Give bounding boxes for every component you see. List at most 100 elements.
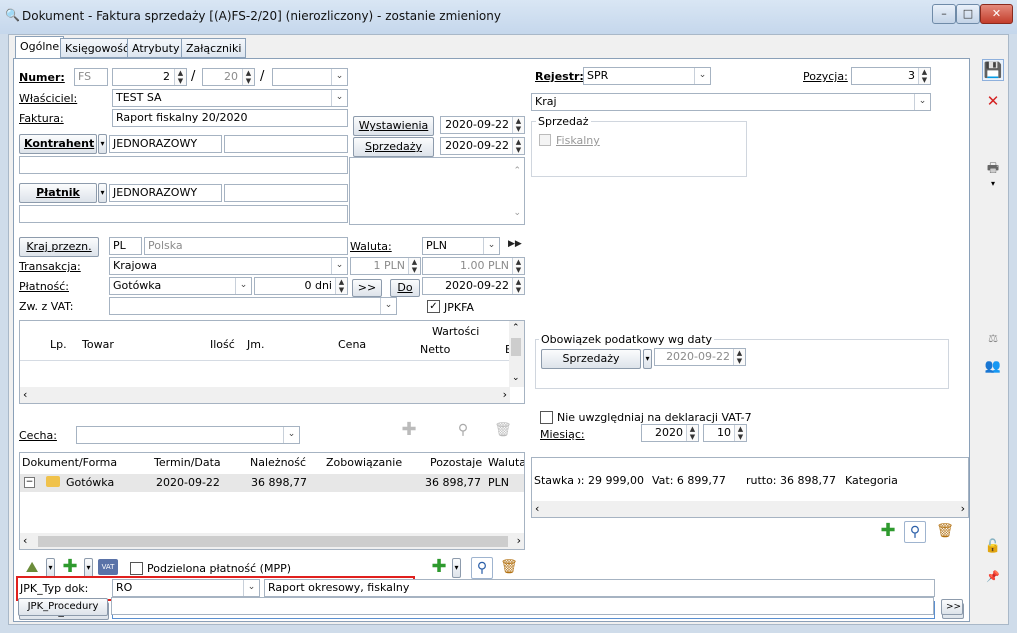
jpk-procedury-button[interactable]: JPK_Procedury bbox=[18, 598, 108, 616]
miesiac-year-field[interactable]: 2020 ▲ ▼ bbox=[641, 424, 699, 442]
kontrahent-menu-button[interactable]: ▾ bbox=[98, 134, 107, 154]
spin-icon[interactable]: ▲ ▼ bbox=[686, 425, 698, 441]
sprzedazy-date[interactable]: 2020-09-22 ▲ ▼ bbox=[440, 137, 525, 155]
platnik-menu-button[interactable]: ▾ bbox=[98, 183, 107, 203]
scroll-left-icon[interactable]: ‹ bbox=[535, 502, 539, 515]
jpk-typ-select[interactable]: RO ⌄ bbox=[112, 579, 260, 597]
rejestr-select[interactable]: SPR ⌄ bbox=[583, 67, 711, 85]
vat-icon[interactable]: VAT bbox=[98, 559, 118, 575]
vat-grid[interactable]: Stawka Netto: 29 999,00 Vat: 6 899,77 Br… bbox=[531, 457, 969, 518]
maximize-button[interactable]: □ bbox=[956, 4, 980, 24]
cancel-icon[interactable]: ✕ bbox=[982, 91, 1004, 113]
table-row[interactable]: − Gotówka 2020-09-22 36 898,77 36 898,77… bbox=[20, 474, 524, 492]
map-menu-button[interactable]: ▾ bbox=[46, 558, 55, 578]
nie-uwzgledniaj-checkbox[interactable] bbox=[540, 411, 553, 424]
platnik-button[interactable]: Płatnik bbox=[19, 183, 97, 203]
numer-year-field[interactable]: 20 ▲ ▼ bbox=[202, 68, 255, 86]
zw-vat-select[interactable]: ⌄ bbox=[109, 297, 397, 315]
tab-ksiegowosc[interactable]: Księgowość bbox=[60, 38, 134, 58]
mpp-checkbox[interactable] bbox=[130, 562, 143, 575]
spin-icon[interactable]: ▲ ▼ bbox=[512, 138, 524, 154]
chevron-down-icon[interactable]: ⌄ bbox=[331, 69, 347, 85]
jpk-procedury-field[interactable] bbox=[111, 597, 934, 615]
scroll-thumb[interactable] bbox=[38, 536, 508, 547]
save-icon[interactable]: 💾 bbox=[982, 59, 1004, 81]
spin-icon[interactable]: ▲ ▼ bbox=[733, 349, 745, 365]
collapse-icon[interactable]: − bbox=[24, 477, 35, 488]
do-date[interactable]: 2020-09-22 ▲ ▼ bbox=[422, 277, 525, 295]
scroll-left-icon[interactable]: ‹ bbox=[23, 388, 27, 401]
wystawienia-date[interactable]: 2020-09-22 ▲ ▼ bbox=[440, 116, 525, 134]
chevron-down-icon[interactable]: ⌄ bbox=[283, 427, 299, 443]
horizontal-scrollbar[interactable]: ‹ › bbox=[20, 533, 524, 549]
spin-icon[interactable]: ▲ ▼ bbox=[734, 425, 746, 441]
scroll-right-icon[interactable]: › bbox=[503, 388, 507, 401]
chevron-down-icon[interactable]: ⌄ bbox=[483, 238, 499, 254]
jpk-procedury-more-button[interactable]: >> bbox=[941, 599, 963, 615]
chevron-down-icon[interactable]: ⌄ bbox=[694, 68, 710, 84]
spin-icon[interactable]: ▲ ▼ bbox=[512, 258, 524, 274]
forward-icon[interactable]: ▶▶ bbox=[508, 239, 522, 249]
pin-icon[interactable]: 📌 bbox=[982, 567, 1004, 589]
kontrahent-field[interactable]: JEDNORAZOWY bbox=[109, 135, 222, 153]
obowiazek-menu-button[interactable]: ▾ bbox=[643, 349, 652, 369]
kraj-code-field[interactable]: PL bbox=[109, 237, 142, 255]
scroll-down-icon[interactable]: ⌄ bbox=[513, 206, 521, 220]
spin-icon[interactable]: ▲ ▼ bbox=[918, 68, 930, 84]
kontrahent-address-field[interactable] bbox=[19, 156, 348, 174]
tab-zalaczniki[interactable]: Załączniki bbox=[181, 38, 247, 58]
horizontal-scrollbar[interactable]: ‹ › bbox=[20, 387, 510, 403]
numer-series-select[interactable]: ⌄ bbox=[272, 68, 348, 86]
sprzedazy-date-button[interactable]: Sprzedaży bbox=[353, 137, 434, 157]
close-window-button[interactable]: ✕ bbox=[980, 4, 1013, 24]
do-button[interactable]: Do bbox=[390, 279, 420, 297]
termin-dni-field[interactable]: 0 dni ▲ ▼ bbox=[254, 277, 348, 295]
add-icon[interactable]: ✚ bbox=[428, 557, 450, 579]
kurs-2-field[interactable]: 1.00 PLN ▲ ▼ bbox=[422, 257, 525, 275]
trash-icon[interactable]: 🗑 bbox=[492, 420, 514, 442]
scroll-down-icon[interactable]: ⌄ bbox=[512, 373, 520, 383]
trash-icon[interactable]: 🗑 bbox=[934, 521, 956, 543]
chevron-down-icon[interactable]: ⌄ bbox=[331, 258, 347, 274]
cecha-select[interactable]: ⌄ bbox=[76, 426, 300, 444]
print-menu-icon[interactable]: ▾ bbox=[982, 179, 1004, 189]
platnosc-select[interactable]: Gotówka ⌄ bbox=[109, 277, 252, 295]
chevron-down-icon[interactable]: ⌄ bbox=[243, 580, 259, 596]
chevron-down-icon[interactable]: ⌄ bbox=[914, 94, 930, 110]
fiskalny-checkbox[interactable] bbox=[539, 134, 551, 146]
platnik-extra-field[interactable] bbox=[224, 184, 348, 202]
spin-icon[interactable]: ▲ ▼ bbox=[512, 117, 524, 133]
termin-arrow-button[interactable]: >> bbox=[352, 279, 382, 297]
payments-grid[interactable]: Dokument/Forma Termin/Data Należność Zob… bbox=[19, 452, 525, 550]
kurs-1-field[interactable]: 1 PLN ▲ ▼ bbox=[350, 257, 421, 275]
pozycja-field[interactable]: 3 ▲ ▼ bbox=[851, 67, 931, 85]
chevron-down-icon[interactable]: ⌄ bbox=[235, 278, 251, 294]
vat-side-icon[interactable]: ⚖ bbox=[982, 329, 1004, 351]
numer-no-field[interactable]: 2 ▲ ▼ bbox=[112, 68, 187, 86]
users-icon[interactable]: 👥 bbox=[982, 357, 1004, 379]
scroll-left-icon[interactable]: ‹ bbox=[23, 534, 27, 547]
add-icon[interactable]: ✚ bbox=[398, 420, 420, 442]
lock-icon[interactable]: 🔓 bbox=[982, 537, 1004, 559]
kraj-select[interactable]: Kraj ⌄ bbox=[531, 93, 931, 111]
items-grid[interactable]: Lp. Towar Ilość Jm. Cena Wartości Netto … bbox=[19, 320, 525, 404]
spin-icon[interactable]: ▲ ▼ bbox=[174, 69, 186, 85]
spin-icon[interactable]: ▲ ▼ bbox=[408, 258, 420, 274]
wystawienia-button[interactable]: Wystawienia bbox=[353, 116, 434, 136]
obowiazek-date[interactable]: 2020-09-22 ▲ ▼ bbox=[654, 348, 746, 366]
scroll-up-icon[interactable]: ⌃ bbox=[512, 323, 520, 333]
add-menu-button[interactable]: ▾ bbox=[84, 558, 93, 578]
platnik-field[interactable]: JEDNORAZOWY bbox=[109, 184, 222, 202]
spin-icon[interactable]: ▲ ▼ bbox=[512, 278, 524, 294]
transakcja-select[interactable]: Krajowa ⌄ bbox=[109, 257, 348, 275]
waluta-select[interactable]: PLN ⌄ bbox=[422, 237, 500, 255]
miesiac-month-field[interactable]: 10 ▲ ▼ bbox=[703, 424, 747, 442]
scroll-up-icon[interactable]: ⌃ bbox=[513, 164, 521, 178]
search-icon[interactable]: ⚲ bbox=[471, 557, 493, 579]
scroll-right-icon[interactable]: › bbox=[961, 502, 965, 515]
search-icon[interactable]: ⚲ bbox=[904, 521, 926, 543]
obowiazek-sprzedazy-button[interactable]: Sprzedaży bbox=[541, 349, 641, 369]
faktura-field[interactable]: Raport fiskalny 20/2020 bbox=[112, 109, 348, 127]
notes-area[interactable]: ⌃ ⌄ bbox=[349, 157, 525, 225]
spin-icon[interactable]: ▲ ▼ bbox=[335, 278, 347, 294]
